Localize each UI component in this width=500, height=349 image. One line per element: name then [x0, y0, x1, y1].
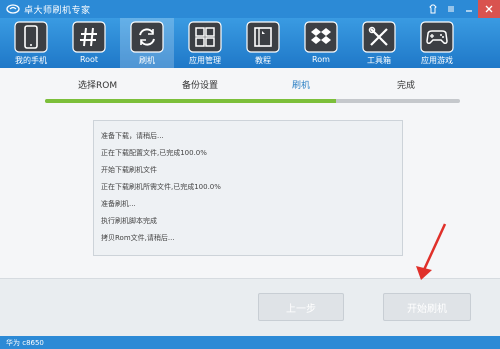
- app-title: 卓大师刷机专家: [24, 5, 91, 16]
- tool-flash[interactable]: 刷机: [120, 18, 174, 68]
- title-bar: 卓大师刷机专家: [0, 0, 500, 18]
- tool-label: 应用管理: [189, 56, 221, 65]
- tool-label: 工具箱: [367, 56, 391, 65]
- red-arrow-annotation-icon: [416, 223, 447, 280]
- skin-button[interactable]: [424, 0, 442, 18]
- menu-button[interactable]: [442, 0, 460, 18]
- hash-icon: [72, 21, 106, 53]
- prev-step-button[interactable]: 上一步: [258, 293, 344, 321]
- tool-label: 教程: [255, 56, 271, 65]
- status-bar: 华为 c8650: [0, 336, 500, 349]
- close-icon: [485, 5, 493, 13]
- minimize-icon: [466, 10, 472, 12]
- progress-fill: [45, 99, 336, 103]
- log-line: 正在下载配置文件,已完成100.0%: [101, 149, 207, 157]
- step-backup: 备份设置: [182, 81, 219, 91]
- gamepad-icon: [420, 21, 454, 53]
- tools-icon: [362, 21, 396, 53]
- log-line: 拷贝Rom文件,请稍后...: [101, 234, 175, 242]
- log-line: 执行刷机脚本完成: [101, 217, 157, 225]
- tool-label: Rom: [312, 55, 330, 64]
- window-controls: [424, 0, 500, 18]
- step-complete: 完成: [397, 81, 416, 91]
- log-line: 准备刷机...: [101, 200, 136, 208]
- refresh-icon: [130, 21, 164, 53]
- tool-app-manage[interactable]: 应用管理: [178, 18, 232, 68]
- step-progress: 选择ROM 备份设置 刷机 完成: [0, 68, 500, 108]
- tool-label: Root: [79, 55, 99, 64]
- tool-label: 刷机: [139, 56, 155, 65]
- device-name: 华为 c8650: [6, 338, 44, 347]
- skin-icon: [429, 4, 437, 14]
- footer-actions: 上一步 开始刷机: [0, 278, 500, 336]
- main-toolbar: 我的手机 Root 刷机 应用管理 教程 Rom 工具箱 应用游戏: [0, 18, 500, 68]
- tool-toolbox[interactable]: 工具箱: [352, 18, 406, 68]
- book-icon: [246, 21, 280, 53]
- minimize-button[interactable]: [460, 0, 478, 18]
- tool-app-games[interactable]: 应用游戏: [410, 18, 464, 68]
- dropbox-icon: [304, 21, 338, 53]
- log-line: 正在下载刷机所需文件,已完成100.0%: [101, 183, 221, 191]
- step-flash: 刷机: [292, 81, 311, 91]
- step-select-rom: 选择ROM: [78, 81, 118, 91]
- progress-bar: [45, 99, 460, 103]
- tool-tutorial[interactable]: 教程: [236, 18, 290, 68]
- tool-label: 我的手机: [15, 56, 47, 65]
- tool-rom[interactable]: Rom: [294, 18, 348, 68]
- tool-label: 应用游戏: [421, 56, 453, 65]
- tool-root[interactable]: Root: [62, 18, 116, 68]
- close-button[interactable]: [478, 0, 500, 18]
- app-logo-icon: [6, 4, 20, 14]
- start-flash-button[interactable]: 开始刷机: [383, 293, 471, 321]
- menu-icon: [448, 6, 454, 12]
- tool-my-phone[interactable]: 我的手机: [4, 18, 58, 68]
- flash-log: 准备下载，请稍后... 正在下载配置文件,已完成100.0% 开始下载刷机文件 …: [93, 120, 403, 256]
- phone-icon: [14, 21, 48, 53]
- log-line: 准备下载，请稍后...: [101, 132, 164, 140]
- log-line: 开始下载刷机文件: [101, 166, 157, 174]
- grid-icon: [188, 21, 222, 53]
